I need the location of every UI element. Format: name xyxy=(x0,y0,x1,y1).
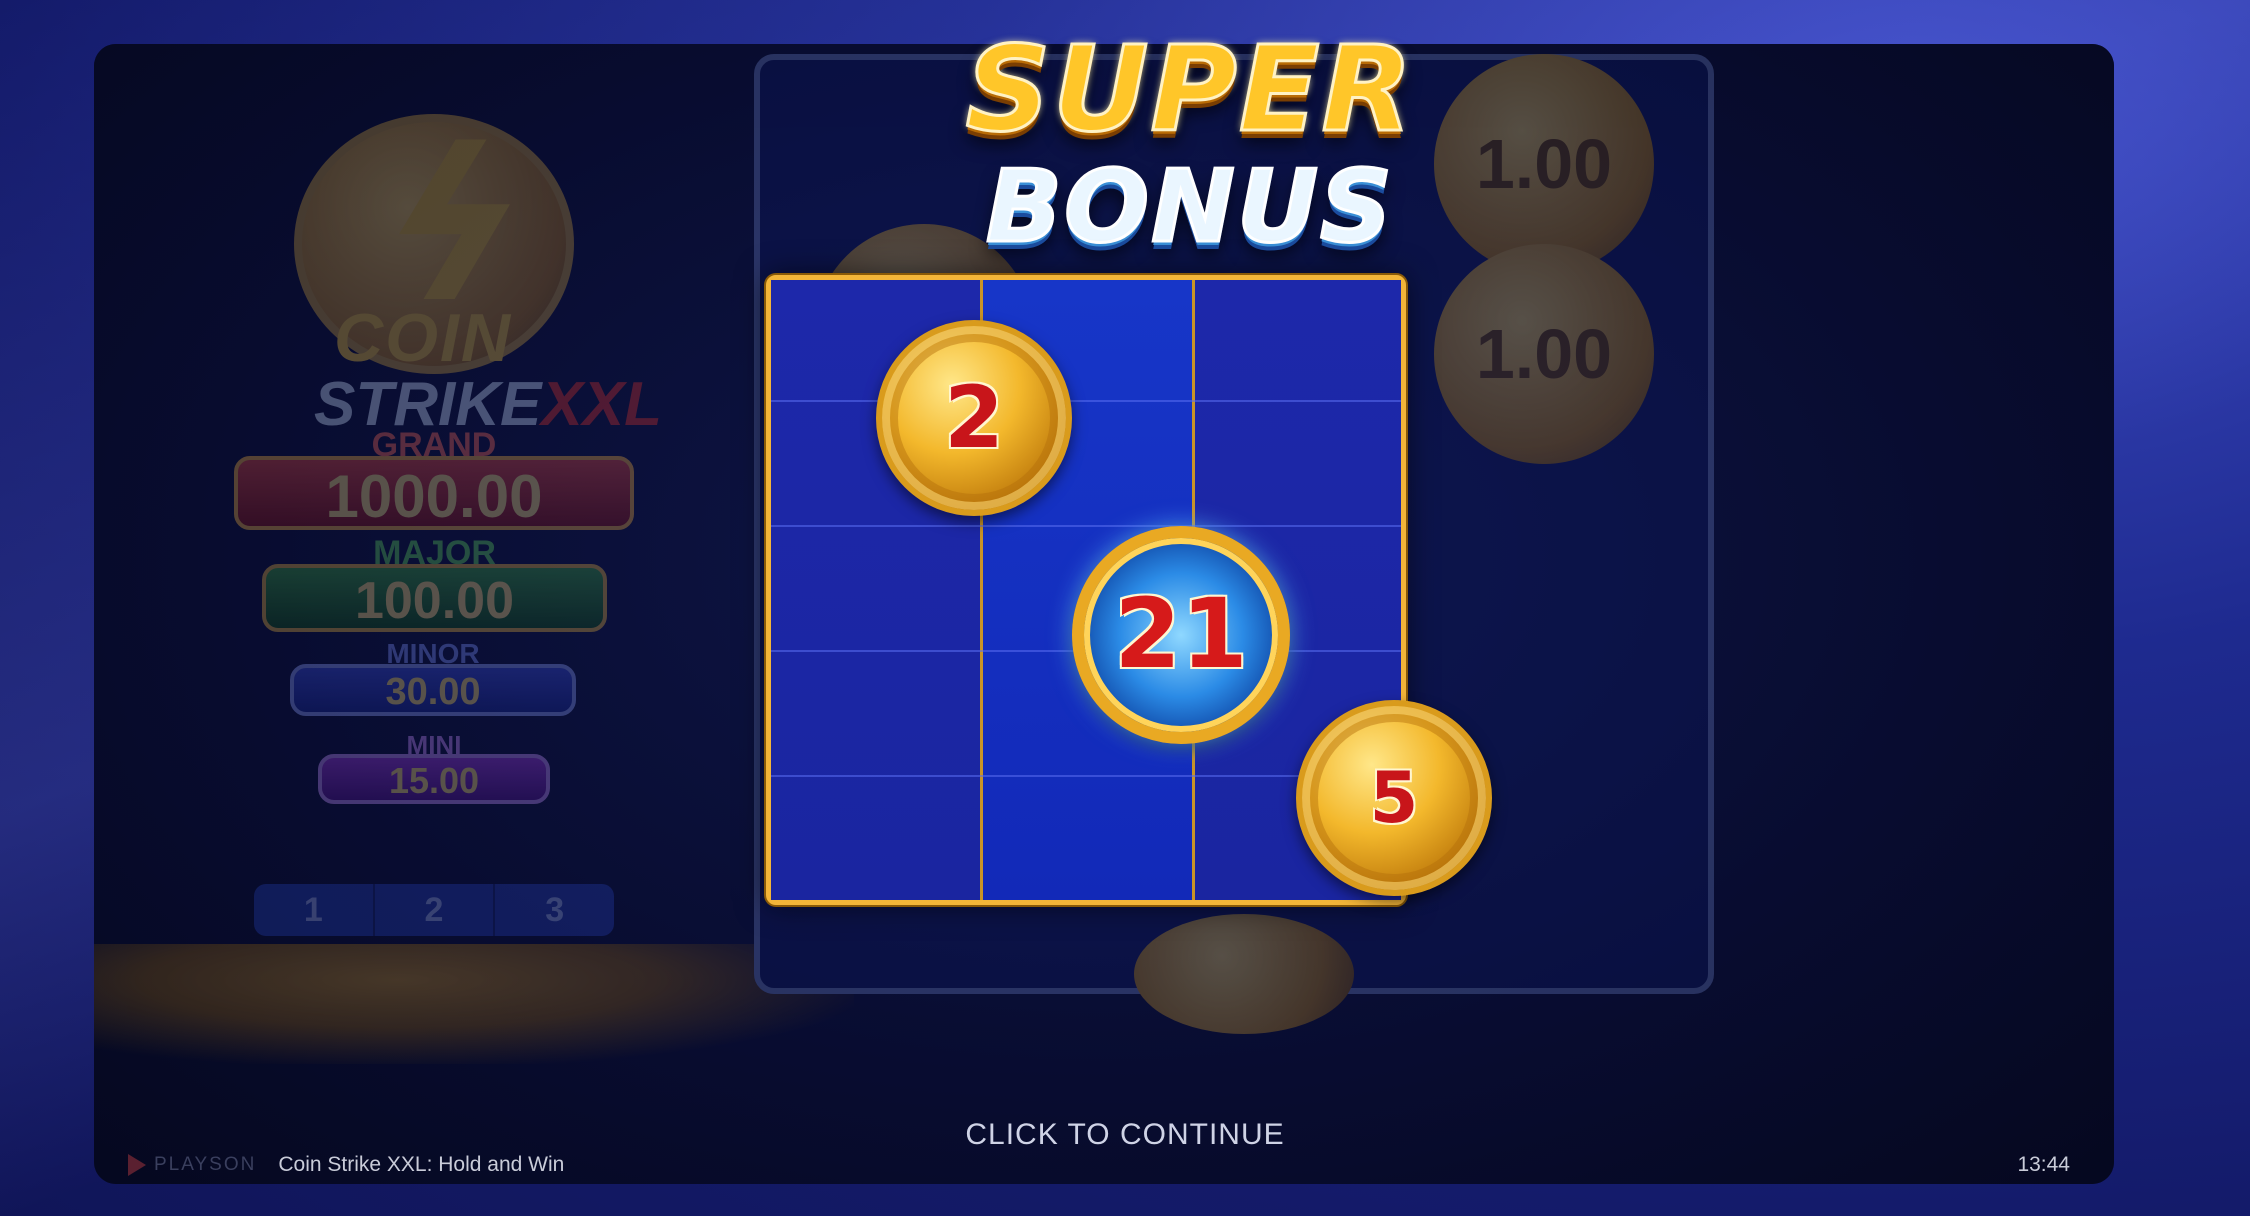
bet-tabs: 1 2 3 xyxy=(254,884,614,936)
gold-coin: 5 xyxy=(1296,700,1492,896)
title-bonus: BONUS xyxy=(984,147,1395,267)
game-logo: ϟ COIN STRIKEXXL xyxy=(234,84,662,439)
click-to-continue-prompt[interactable]: CLICK TO CONTINUE xyxy=(0,1118,2250,1152)
logo-word-coin: COIN xyxy=(334,300,512,376)
jackpot-mini-value: 15.00 xyxy=(388,760,480,801)
game-name: Coin Strike XXL: Hold and Win xyxy=(278,1153,565,1176)
blue-lightning-coin: 21 xyxy=(1072,526,1290,744)
coin-value: 2 xyxy=(944,368,1004,468)
jackpot-minor-value: 30.00 xyxy=(385,671,481,713)
jackpot-minor: MINOR 30.00 xyxy=(290,638,576,716)
clock: 13:44 xyxy=(2017,1153,2070,1176)
play-triangle-icon xyxy=(128,1154,146,1176)
jackpot-mini: MINI 15.00 xyxy=(318,730,550,804)
gold-coin: 2 xyxy=(876,320,1072,516)
title-super: SUPER xyxy=(964,19,1415,160)
jackpot-grand: GRAND 1000.00 xyxy=(234,426,634,530)
jackpot-mini-label: MINI xyxy=(406,730,462,760)
jackpot-minor-label: MINOR xyxy=(386,638,480,669)
row-divider xyxy=(771,525,1401,527)
tab-2: 2 xyxy=(375,884,496,936)
jackpot-major-value: 100.00 xyxy=(354,572,515,630)
coin-value: 21 xyxy=(1114,578,1248,690)
footer-bar: PLAYSON Coin Strike XXL: Hold and Win xyxy=(128,1150,564,1180)
brand-name: PLAYSON xyxy=(154,1154,257,1175)
tab-1: 1 xyxy=(254,884,375,936)
jackpot-grand-value: 1000.00 xyxy=(325,463,543,530)
super-bonus-title: SUPER BONUS xyxy=(840,19,1540,280)
playson-logo: PLAYSON xyxy=(128,1154,256,1176)
row-divider xyxy=(771,400,1401,402)
coin-value: 5 xyxy=(1369,757,1419,839)
jackpot-major: MAJOR 100.00 xyxy=(262,534,607,632)
tab-3: 3 xyxy=(545,891,565,929)
base-reel-coin-blank xyxy=(1134,914,1354,1034)
gold-coin-pile xyxy=(94,944,854,1064)
